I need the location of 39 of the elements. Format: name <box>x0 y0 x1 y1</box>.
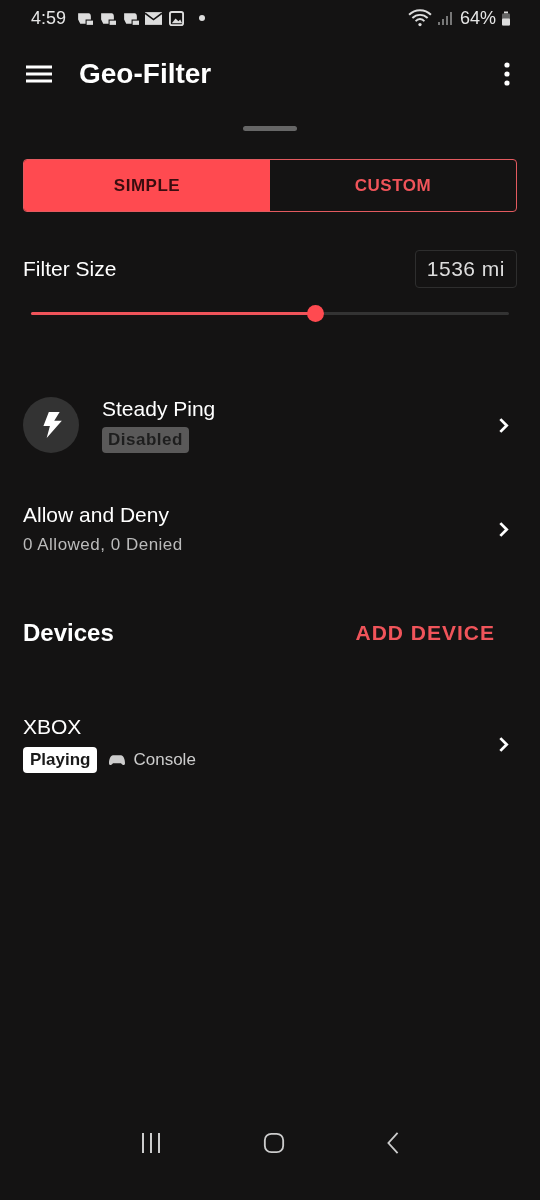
lightning-icon <box>23 397 79 453</box>
drag-handle[interactable] <box>243 126 297 131</box>
app-title: Geo-Filter <box>79 58 212 90</box>
status-time: 4:59 <box>31 7 67 29</box>
device-type: Console <box>133 750 196 770</box>
chat-app-icon <box>76 10 94 26</box>
mail-icon <box>145 10 163 26</box>
mode-tab[interactable]: SIMPLE <box>24 160 270 211</box>
battery-percent: 64% <box>459 7 496 29</box>
setting-title: Steady Ping <box>102 397 216 421</box>
settings-row[interactable]: Steady Ping Disabled <box>0 397 540 453</box>
gamepad-icon <box>109 754 126 766</box>
device-name: XBOX <box>23 715 82 739</box>
filter-size-value: 1536 mi <box>414 250 517 288</box>
battery-icon <box>502 10 510 26</box>
notification-dot-icon <box>199 15 206 21</box>
status-badge: Playing <box>23 747 98 773</box>
chevron-right-icon <box>498 416 509 434</box>
more-options-icon[interactable] <box>504 62 510 86</box>
add-device-button[interactable]: ADD DEVICE <box>355 621 495 645</box>
mode-tab[interactable]: CUSTOM <box>270 160 516 211</box>
recent-apps-icon[interactable] <box>140 1132 163 1154</box>
chat-app-icon <box>99 10 117 26</box>
device-row[interactable]: XBOX Playing Console <box>0 715 540 773</box>
chevron-right-icon <box>498 520 509 538</box>
status-badge: Disabled <box>102 427 189 453</box>
setting-subtitle: 0 Allowed, 0 Denied <box>23 535 183 555</box>
signal-icon <box>437 11 454 25</box>
menu-icon[interactable] <box>26 64 52 84</box>
chevron-right-icon <box>498 735 509 753</box>
filter-size-label: Filter Size <box>23 257 117 281</box>
settings-row[interactable]: Allow and Deny 0 Allowed, 0 Denied <box>0 503 540 555</box>
home-icon[interactable] <box>263 1132 285 1154</box>
chat-app-icon <box>122 10 140 26</box>
wifi-icon <box>407 9 432 27</box>
setting-title: Allow and Deny <box>23 503 169 527</box>
back-icon[interactable] <box>385 1132 400 1154</box>
section-title: Devices <box>23 619 114 647</box>
image-icon <box>168 10 186 26</box>
